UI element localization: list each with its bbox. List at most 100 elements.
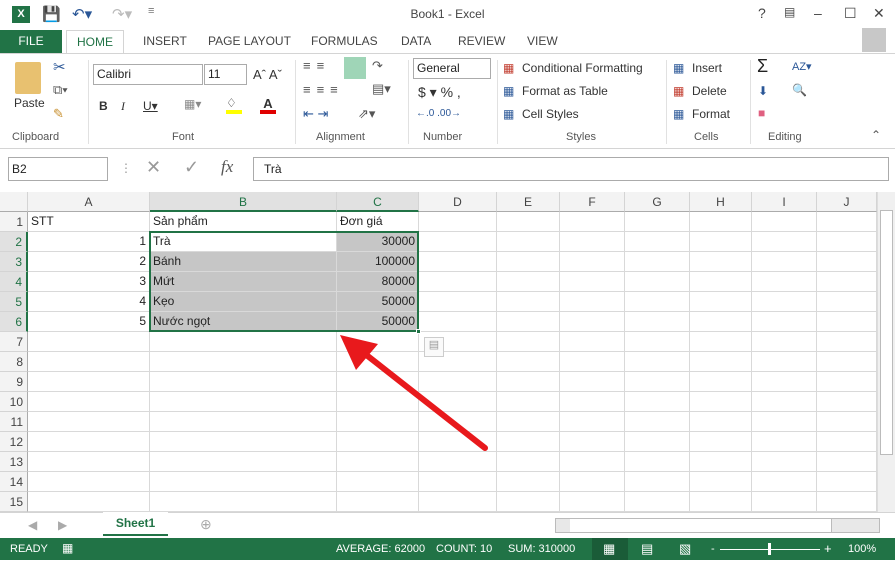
cell-i7[interactable] bbox=[752, 332, 817, 352]
cell-j13[interactable] bbox=[817, 452, 877, 472]
format-painter-icon[interactable]: ✎ bbox=[53, 106, 64, 122]
middle-align-button[interactable] bbox=[344, 57, 366, 79]
cell-j12[interactable] bbox=[817, 432, 877, 452]
select-all-corner[interactable] bbox=[0, 192, 28, 212]
column-header-d[interactable]: D bbox=[419, 192, 497, 212]
cell-b11[interactable] bbox=[150, 412, 337, 432]
autosum-icon[interactable]: Σ bbox=[757, 56, 768, 77]
column-header-c[interactable]: C bbox=[337, 192, 419, 212]
wrap-text-icon[interactable]: ↷ bbox=[372, 58, 383, 74]
cell-i6[interactable] bbox=[752, 312, 817, 332]
cell-h1[interactable] bbox=[690, 212, 752, 232]
cell-f12[interactable] bbox=[560, 432, 625, 452]
cell-a11[interactable] bbox=[28, 412, 150, 432]
cell-i1[interactable] bbox=[752, 212, 817, 232]
cell-h8[interactable] bbox=[690, 352, 752, 372]
cell-a2[interactable]: 1 bbox=[28, 232, 150, 252]
indent-icons[interactable]: ⇤ ⇥ bbox=[303, 106, 328, 122]
cell-a4[interactable]: 3 bbox=[28, 272, 150, 292]
cell-h14[interactable] bbox=[690, 472, 752, 492]
cell-f2[interactable] bbox=[560, 232, 625, 252]
collapse-ribbon-icon[interactable]: ⌃ bbox=[871, 128, 881, 142]
cell-c14[interactable] bbox=[337, 472, 419, 492]
cell-j11[interactable] bbox=[817, 412, 877, 432]
row-header-2[interactable]: 2 bbox=[0, 232, 28, 252]
font-color-icon[interactable]: A bbox=[260, 96, 276, 114]
tab-file[interactable]: FILE bbox=[0, 30, 62, 54]
cell-a1[interactable]: STT bbox=[28, 212, 150, 232]
cell-d3[interactable] bbox=[419, 252, 497, 272]
cell-h12[interactable] bbox=[690, 432, 752, 452]
page-layout-view-icon[interactable]: ▤ bbox=[641, 541, 653, 557]
cell-f11[interactable] bbox=[560, 412, 625, 432]
column-header-j[interactable]: J bbox=[817, 192, 877, 212]
font-size-select[interactable]: 11 bbox=[204, 64, 247, 85]
cell-f15[interactable] bbox=[560, 492, 625, 512]
cell-i11[interactable] bbox=[752, 412, 817, 432]
cell-j2[interactable] bbox=[817, 232, 877, 252]
borders-icon[interactable]: ▦▾ bbox=[184, 97, 201, 111]
font-name-select[interactable]: Calibri bbox=[93, 64, 203, 85]
row-header-13[interactable]: 13 bbox=[0, 452, 28, 472]
vertical-scroll-thumb[interactable] bbox=[880, 210, 893, 455]
row-header-7[interactable]: 7 bbox=[0, 332, 28, 352]
cell-h9[interactable] bbox=[690, 372, 752, 392]
cell-e12[interactable] bbox=[497, 432, 560, 452]
cell-a14[interactable] bbox=[28, 472, 150, 492]
paste-button[interactable]: Paste bbox=[14, 96, 45, 110]
cell-a12[interactable] bbox=[28, 432, 150, 452]
formula-input[interactable]: Trà bbox=[253, 157, 889, 181]
cell-j4[interactable] bbox=[817, 272, 877, 292]
row-header-6[interactable]: 6 bbox=[0, 312, 28, 332]
insert-cells-button[interactable]: Insert bbox=[692, 61, 722, 75]
cell-i12[interactable] bbox=[752, 432, 817, 452]
cell-a10[interactable] bbox=[28, 392, 150, 412]
vertical-align-icons[interactable]: ≡≡ bbox=[303, 58, 330, 73]
cell-h15[interactable] bbox=[690, 492, 752, 512]
cell-d5[interactable] bbox=[419, 292, 497, 312]
cell-c15[interactable] bbox=[337, 492, 419, 512]
cell-d2[interactable] bbox=[419, 232, 497, 252]
vertical-scrollbar[interactable] bbox=[877, 192, 895, 512]
cell-g15[interactable] bbox=[625, 492, 690, 512]
cell-g13[interactable] bbox=[625, 452, 690, 472]
cell-h7[interactable] bbox=[690, 332, 752, 352]
cell-f4[interactable] bbox=[560, 272, 625, 292]
column-header-f[interactable]: F bbox=[560, 192, 625, 212]
cell-i3[interactable] bbox=[752, 252, 817, 272]
cell-b10[interactable] bbox=[150, 392, 337, 412]
italic-button[interactable]: I bbox=[121, 99, 125, 114]
cancel-icon[interactable]: ✕ bbox=[146, 157, 161, 178]
cell-e4[interactable] bbox=[497, 272, 560, 292]
cell-d15[interactable] bbox=[419, 492, 497, 512]
tab-home[interactable]: HOME bbox=[66, 30, 124, 54]
zoom-out-button[interactable]: - bbox=[711, 543, 715, 555]
cell-f3[interactable] bbox=[560, 252, 625, 272]
minimize-icon[interactable]: – bbox=[814, 5, 822, 21]
cell-a13[interactable] bbox=[28, 452, 150, 472]
cell-j8[interactable] bbox=[817, 352, 877, 372]
cell-a9[interactable] bbox=[28, 372, 150, 392]
tab-formulas[interactable]: FORMULAS bbox=[301, 30, 388, 54]
horizontal-scroll-thumb[interactable] bbox=[570, 519, 832, 532]
cell-b7[interactable] bbox=[150, 332, 337, 352]
cell-j1[interactable] bbox=[817, 212, 877, 232]
help-icon[interactable]: ? bbox=[758, 5, 766, 21]
bold-button[interactable]: B bbox=[99, 99, 108, 113]
cell-g5[interactable] bbox=[625, 292, 690, 312]
cell-e8[interactable] bbox=[497, 352, 560, 372]
cell-g6[interactable] bbox=[625, 312, 690, 332]
cell-i8[interactable] bbox=[752, 352, 817, 372]
cell-i10[interactable] bbox=[752, 392, 817, 412]
cell-g9[interactable] bbox=[625, 372, 690, 392]
macro-record-icon[interactable]: ▦ bbox=[62, 541, 73, 555]
cut-icon[interactable]: ✂ bbox=[53, 58, 66, 76]
page-break-view-icon[interactable]: ▧ bbox=[679, 541, 691, 557]
cell-j7[interactable] bbox=[817, 332, 877, 352]
cell-e3[interactable] bbox=[497, 252, 560, 272]
insert-function-icon[interactable]: fx bbox=[221, 157, 233, 177]
cell-e1[interactable] bbox=[497, 212, 560, 232]
clear-icon[interactable]: ■ bbox=[758, 106, 765, 120]
tab-view[interactable]: VIEW bbox=[517, 30, 568, 54]
cell-e15[interactable] bbox=[497, 492, 560, 512]
